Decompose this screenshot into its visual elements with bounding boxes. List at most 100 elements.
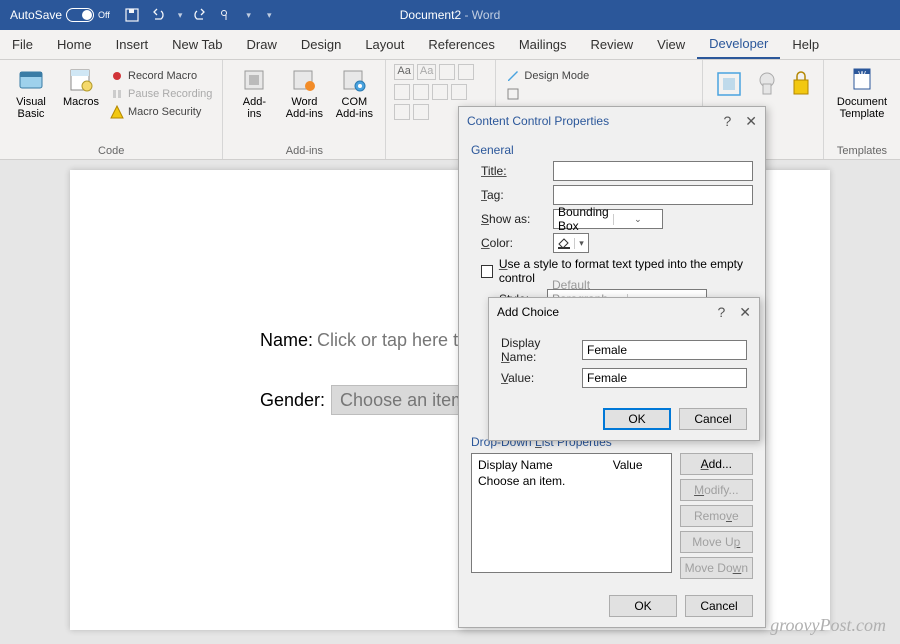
- list-item[interactable]: Choose an item.: [478, 474, 665, 488]
- value-input[interactable]: [582, 368, 747, 388]
- visual-basic-icon: [17, 66, 45, 94]
- remove-button: Remove: [680, 505, 753, 527]
- document-template-icon: W: [848, 66, 876, 94]
- document-title: Document2 - Word: [400, 8, 501, 22]
- title-input[interactable]: [553, 161, 753, 181]
- visual-basic-button[interactable]: Visual Basic: [8, 64, 54, 122]
- record-macro-label: Record Macro: [128, 70, 197, 82]
- undo-dropdown-icon[interactable]: ▾: [178, 10, 183, 21]
- combo-control-icon[interactable]: [413, 84, 429, 100]
- save-icon[interactable]: [124, 7, 140, 23]
- record-macro-button[interactable]: Record Macro: [108, 68, 214, 84]
- ok-button[interactable]: OK: [609, 595, 677, 617]
- autosave-label: AutoSave: [10, 8, 62, 22]
- tab-home[interactable]: Home: [45, 30, 104, 59]
- show-as-value: Bounding Box: [554, 205, 613, 233]
- tab-new-tab[interactable]: New Tab: [160, 30, 234, 59]
- touch-mode-icon[interactable]: [218, 7, 234, 23]
- word-addins-icon: [290, 66, 318, 94]
- tab-developer[interactable]: Developer: [697, 30, 780, 59]
- macros-icon: [67, 66, 95, 94]
- addins-button[interactable]: Add- ins: [231, 64, 277, 122]
- close-icon[interactable]: ✕: [745, 113, 757, 130]
- value-label: Value:: [501, 371, 574, 385]
- group-code-label: Code: [8, 143, 214, 157]
- visual-basic-label: Visual Basic: [16, 96, 46, 120]
- macros-label: Macros: [63, 96, 99, 108]
- title-label: Title:: [481, 164, 545, 178]
- dropdown-control-icon[interactable]: [432, 84, 448, 100]
- dialog-title: Content Control Properties: [467, 114, 609, 128]
- use-style-checkbox[interactable]: [481, 265, 493, 278]
- help-button[interactable]: ?: [723, 113, 731, 130]
- autosave-state: Off: [98, 10, 110, 20]
- add-button[interactable]: Add...: [680, 453, 753, 475]
- word-addins-button[interactable]: Word Add-ins: [281, 64, 327, 122]
- tab-draw[interactable]: Draw: [235, 30, 289, 59]
- tab-mailings[interactable]: Mailings: [507, 30, 579, 59]
- group-code: Visual Basic Macros Record Macro Pause R…: [0, 60, 223, 159]
- help-button[interactable]: ?: [717, 304, 725, 321]
- macro-security-button[interactable]: Macro Security: [108, 104, 214, 120]
- tag-input[interactable]: [553, 185, 753, 205]
- undo-icon[interactable]: [150, 7, 166, 23]
- tab-layout[interactable]: Layout: [353, 30, 416, 59]
- dropdown-listbox[interactable]: Display Name Value Choose an item.: [471, 453, 672, 573]
- paint-bucket-icon: [556, 236, 572, 250]
- group-addins-label: Add-ins: [231, 143, 377, 157]
- restrict-editing-icon[interactable]: [753, 70, 781, 98]
- touch-dropdown-icon[interactable]: ▾: [246, 10, 251, 21]
- cancel-button[interactable]: Cancel: [685, 595, 753, 617]
- richtext-control-icon[interactable]: Aa: [394, 64, 413, 80]
- add-choice-dialog: Add Choice ? ✕ Display Name: Value: OK C…: [488, 297, 760, 441]
- plaintext-control-icon[interactable]: Aa: [417, 64, 436, 80]
- design-mode-button[interactable]: Design Mode: [504, 68, 591, 84]
- tab-design[interactable]: Design: [289, 30, 353, 59]
- app-name: - Word: [461, 8, 500, 22]
- add-choice-title: Add Choice: [497, 305, 559, 319]
- document-template-button[interactable]: W Document Template: [832, 64, 892, 122]
- color-label: Color:: [481, 236, 545, 250]
- group-templates-label: Templates: [832, 143, 892, 157]
- repeating-control-icon[interactable]: [394, 104, 410, 120]
- ok-button[interactable]: OK: [603, 408, 671, 430]
- building-block-control-icon[interactable]: [458, 64, 474, 80]
- lock-icon[interactable]: [791, 70, 811, 96]
- xml-mapping-icon[interactable]: [715, 70, 743, 98]
- checkbox-control-icon[interactable]: [394, 84, 410, 100]
- redo-icon[interactable]: [192, 7, 208, 23]
- word-addins-label: Word Add-ins: [286, 96, 323, 120]
- col-value: Value: [613, 458, 643, 472]
- quick-access-toolbar: ▾ ▾ ▾: [116, 7, 280, 23]
- com-addins-button[interactable]: COM Add-ins: [331, 64, 377, 122]
- date-control-icon[interactable]: [451, 84, 467, 100]
- design-mode-icon: [506, 69, 520, 83]
- macros-button[interactable]: Macros: [58, 64, 104, 110]
- macro-security-label: Macro Security: [128, 106, 201, 118]
- tab-review[interactable]: Review: [579, 30, 646, 59]
- tab-insert[interactable]: Insert: [104, 30, 161, 59]
- tab-help[interactable]: Help: [780, 30, 831, 59]
- legacy-tools-icon[interactable]: [413, 104, 429, 120]
- tab-file[interactable]: File: [0, 30, 45, 59]
- cancel-button[interactable]: Cancel: [679, 408, 747, 430]
- move-down-button: Move Down: [680, 557, 753, 579]
- color-picker[interactable]: ▾: [553, 233, 589, 253]
- move-up-button: Move Up: [680, 531, 753, 553]
- qat-customize-icon[interactable]: ▾: [267, 10, 272, 21]
- properties-button[interactable]: [504, 86, 522, 102]
- tab-view[interactable]: View: [645, 30, 697, 59]
- modify-button: Modify...: [680, 479, 753, 501]
- autosave-toggle[interactable]: AutoSave Off: [4, 8, 116, 22]
- dialog-titlebar: Content Control Properties ? ✕: [459, 107, 765, 135]
- show-as-combo[interactable]: Bounding Box ⌄: [553, 209, 663, 229]
- display-name-input[interactable]: [582, 340, 747, 360]
- title-bar: AutoSave Off ▾ ▾ ▾ Document2 - Word: [0, 0, 900, 30]
- document-template-label: Document Template: [837, 96, 887, 120]
- tab-references[interactable]: References: [416, 30, 506, 59]
- picture-control-icon[interactable]: [439, 64, 455, 80]
- doc-name: Document2: [400, 8, 461, 22]
- add-choice-titlebar: Add Choice ? ✕: [489, 298, 759, 326]
- addins-label: Add- ins: [243, 96, 266, 120]
- close-icon[interactable]: ✕: [739, 304, 751, 321]
